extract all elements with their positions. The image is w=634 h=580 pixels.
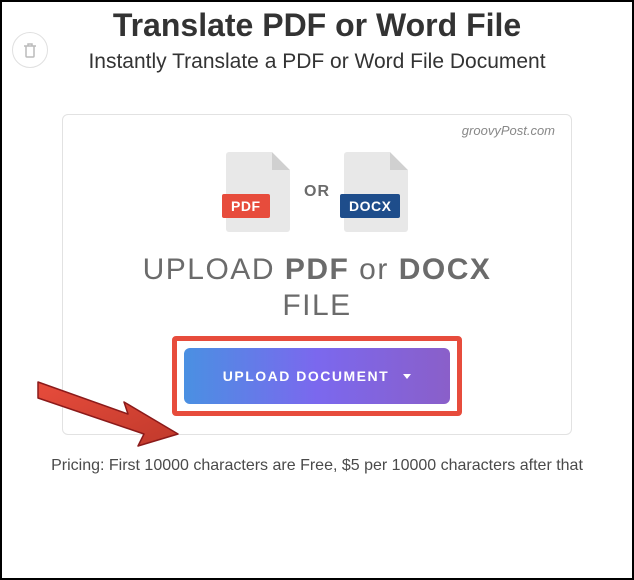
watermark-text: groovyPost.com — [462, 123, 555, 138]
file-type-icons: PDF OR DOCX — [93, 152, 541, 232]
pricing-text: Pricing: First 10000 characters are Free… — [2, 457, 632, 475]
upload-card: groovyPost.com PDF OR DOCX UPLOAD PDF or… — [62, 114, 572, 435]
page-subtitle: Instantly Translate a PDF or Word File D… — [22, 50, 612, 74]
pdf-badge: PDF — [222, 194, 270, 218]
page-title: Translate PDF or Word File — [22, 7, 612, 44]
button-container: UPLOAD DOCUMENT — [184, 348, 450, 404]
close-button[interactable] — [12, 32, 48, 68]
upload-instruction: UPLOAD PDF or DOCXFILE — [93, 252, 541, 324]
upload-document-button[interactable]: UPLOAD DOCUMENT — [184, 348, 450, 404]
pdf-file-icon: PDF — [226, 152, 290, 232]
trash-icon — [23, 42, 37, 58]
upload-button-label: UPLOAD DOCUMENT — [223, 368, 389, 384]
header: Translate PDF or Word File Instantly Tra… — [2, 2, 632, 84]
or-label: OR — [304, 183, 330, 201]
docx-badge: DOCX — [340, 194, 400, 218]
chevron-down-icon — [403, 374, 411, 379]
docx-file-icon: DOCX — [344, 152, 408, 232]
